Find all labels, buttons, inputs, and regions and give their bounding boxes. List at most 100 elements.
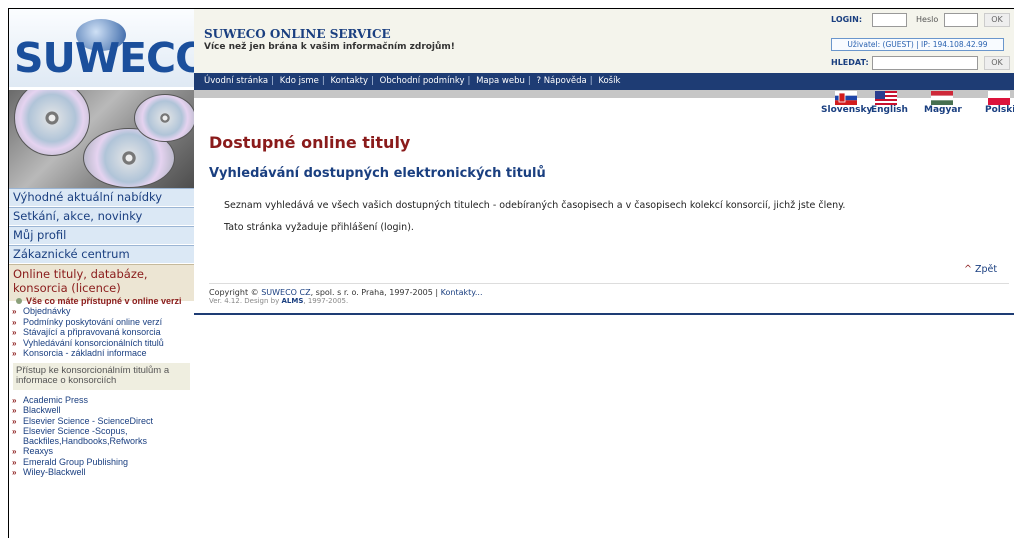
english-flag-icon[interactable]	[875, 90, 897, 105]
sidebar-submenu: Vše co máte přístupné v online verzi » Ob…	[9, 296, 194, 479]
double-arrow-icon: »	[12, 317, 17, 327]
footer-contacts-link[interactable]: Kontakty...	[441, 288, 483, 297]
version-prefix: Ver. 4.12. Design by	[209, 297, 280, 305]
login-ok-button[interactable]: OK	[984, 13, 1010, 27]
content-bottom-rule	[194, 313, 1014, 315]
submenu-link[interactable]: » Vyhledávání konsorcionálních titulů	[9, 337, 194, 349]
sidebar-menu: Výhodné aktuální nabídky Setkání, akce, …	[9, 188, 194, 302]
sidebar-item-customer-center[interactable]: Zákaznické centrum	[9, 245, 194, 264]
polish-flag-icon[interactable]	[988, 90, 1010, 105]
lang-polski[interactable]: Polski	[985, 105, 1014, 115]
password-input[interactable]	[944, 13, 978, 27]
consortia-info-box: Přístup ke konsorcionálním titulům a inf…	[13, 362, 190, 390]
search-input[interactable]	[872, 56, 978, 70]
double-arrow-icon: »	[12, 468, 17, 477]
company-link[interactable]: SUWECO CZ	[261, 288, 310, 297]
page-subtitle: Vyhledávání dostupných elektronických ti…	[209, 166, 546, 181]
sidebar-item-offers[interactable]: Výhodné aktuální nabídky	[9, 188, 194, 207]
publisher-link[interactable]: » Blackwell	[9, 405, 194, 416]
nav-separator: |	[321, 76, 325, 86]
double-arrow-icon: »	[12, 307, 17, 316]
site-tagline: Více než jen brána k vašim informačním z…	[204, 42, 455, 52]
bullet-icon	[16, 298, 22, 304]
submenu-link-label: Konsorcia - základní informace	[23, 348, 147, 358]
double-arrow-icon: »	[12, 395, 17, 405]
version-suffix: , 1997-2005.	[303, 297, 349, 305]
publisher-link-label: Elsevier Science -Scopus, Backfiles,Hand…	[23, 426, 148, 446]
submenu-link[interactable]: » Podmínky poskytování online verzí	[9, 316, 194, 328]
nav-cart[interactable]: Košík	[598, 76, 620, 86]
double-arrow-icon: »	[12, 447, 17, 456]
double-arrow-icon: »	[12, 457, 17, 467]
caret-up-icon: ^	[964, 264, 972, 275]
suweco-logo[interactable]: SUWECO	[9, 9, 210, 87]
publisher-link[interactable]: » Wiley-Blackwell	[9, 467, 194, 478]
publisher-link[interactable]: » Emerald Group Publishing	[9, 456, 194, 468]
nav-separator: |	[527, 76, 531, 86]
nav-help[interactable]: ? Nápověda	[536, 76, 586, 86]
publisher-link[interactable]: » Elsevier Science -Scopus, Backfiles,Han…	[9, 426, 194, 446]
submenu-link-label: Podmínky poskytování online verzí	[23, 316, 163, 327]
search-ok-button[interactable]: OK	[984, 56, 1010, 70]
publisher-link-label: Blackwell	[23, 405, 61, 415]
double-arrow-icon: »	[12, 328, 17, 337]
nav-sitemap[interactable]: Mapa webu	[476, 76, 525, 86]
publisher-link-label: Emerald Group Publishing	[23, 456, 129, 467]
publisher-link-label: Wiley-Blackwell	[23, 467, 86, 477]
double-arrow-icon: »	[12, 427, 17, 436]
left-column: SUWECO Výhodné aktuální nabídky Setkání,…	[9, 9, 210, 538]
nav-home[interactable]: Úvodní stránka	[204, 76, 268, 86]
nav-terms[interactable]: Obchodní podmínky	[380, 76, 465, 86]
login-label: LOGIN:	[831, 15, 863, 24]
cd-discs-image	[9, 90, 194, 188]
nav-separator: |	[589, 76, 593, 86]
publisher-link[interactable]: » Elsevier Science - ScienceDirect	[9, 415, 194, 427]
submenu-lead[interactable]: Vše co máte přístupné v online verzi	[9, 296, 194, 306]
login-input[interactable]	[872, 13, 907, 27]
site-title: SUWECO ONLINE SERVICE	[204, 27, 391, 41]
back-link[interactable]: ^ Zpět	[964, 264, 997, 275]
cd-disc-icon	[14, 90, 90, 156]
double-arrow-icon: »	[12, 406, 17, 415]
copyright: Copyright © SUWECO CZ, spol. s r. o. Pra…	[209, 288, 1009, 297]
nav-separator: |	[467, 76, 471, 86]
hungarian-flag-icon[interactable]	[931, 90, 953, 105]
copyright-rest: , spol. s r. o. Praha, 1997-2005 |	[310, 288, 439, 297]
sidebar-item-events[interactable]: Setkání, akce, novinky	[9, 207, 194, 226]
submenu-link[interactable]: » Konsorcia - základní informace	[9, 348, 194, 359]
submenu-link-label: Objednávky	[23, 306, 71, 316]
cd-disc-icon	[134, 94, 194, 142]
publisher-link-label: Reaxys	[23, 446, 54, 456]
top-navigation: Úvodní stránka | Kdo jsme | Kontakty | Obch…	[194, 73, 1014, 90]
password-label: Heslo	[916, 15, 939, 24]
publisher-link-label: Elsevier Science - ScienceDirect	[23, 415, 154, 426]
nav-separator: |	[371, 76, 374, 86]
page-title: Dostupné online tituly	[209, 133, 411, 152]
submenu-link[interactable]: » Objednávky	[9, 306, 194, 317]
lang-english[interactable]: English	[871, 105, 908, 115]
submenu-link[interactable]: » Stávající a připravovaná konsorcia	[9, 327, 194, 338]
submenu-link-label: Stávající a připravovaná konsorcia	[23, 327, 161, 337]
browser-page: SUWECO Výhodné aktuální nabídky Setkání,…	[8, 8, 1014, 538]
lang-slovak[interactable]: Slovensky	[821, 105, 872, 115]
publisher-link[interactable]: » Reaxys	[9, 446, 194, 457]
publisher-link-label: Academic Press	[23, 394, 89, 405]
alms-link[interactable]: ALMS	[282, 297, 304, 305]
nav-about[interactable]: Kdo jsme	[280, 76, 319, 86]
sidebar-item-profile[interactable]: Můj profil	[9, 226, 194, 245]
version-info: Ver. 4.12. Design by ALMS, 1997-2005.	[209, 297, 1009, 306]
copyright-prefix: Copyright ©	[209, 288, 259, 297]
top-nav-links: Úvodní stránka | Kdo jsme | Kontakty | Obch…	[204, 73, 620, 90]
footer: Copyright © SUWECO CZ, spol. s r. o. Pra…	[209, 283, 1009, 306]
submenu-link-label: Vyhledávání konsorcionálních titulů	[23, 337, 164, 348]
nav-contacts[interactable]: Kontakty	[330, 76, 368, 86]
logo-text: SUWECO	[14, 34, 210, 82]
publisher-link[interactable]: » Academic Press	[9, 394, 194, 406]
slovak-flag-icon[interactable]	[835, 90, 857, 105]
main-content: Dostupné online tituly Vyhledávání dostu…	[194, 98, 1014, 314]
submenu-lead-label: Vše co máte přístupné v online verzi	[26, 296, 182, 306]
double-arrow-icon: »	[12, 338, 17, 348]
description-text: Seznam vyhledává ve všech vašich dostupn…	[224, 200, 846, 211]
double-arrow-icon: »	[12, 349, 17, 358]
lang-magyar[interactable]: Magyar	[924, 105, 962, 115]
